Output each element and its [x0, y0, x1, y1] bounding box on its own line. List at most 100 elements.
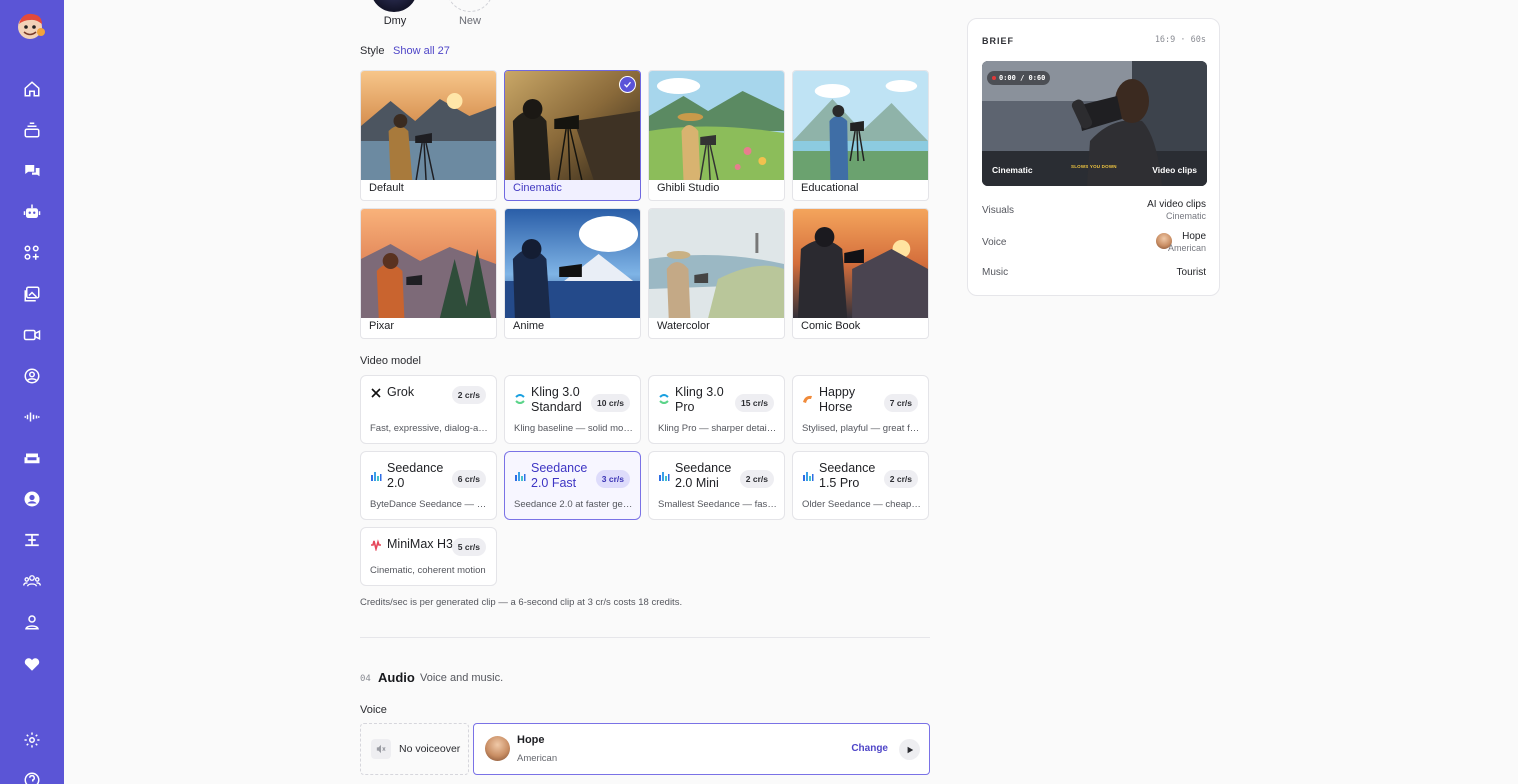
style-thumb-default	[361, 71, 496, 180]
style-thumb-ghibli	[649, 71, 784, 180]
couch-icon[interactable]	[20, 446, 44, 470]
person-icon[interactable]	[20, 610, 44, 634]
style-card-ghibli-studio[interactable]: Ghibli Studio	[648, 70, 785, 201]
avatar-new-label: New	[458, 15, 481, 27]
timeline-icon[interactable]	[20, 528, 44, 552]
style-card-watercolor[interactable]: Watercolor	[648, 208, 785, 339]
team-icon[interactable]	[20, 569, 44, 593]
seedance-icon	[659, 472, 670, 481]
style-card-anime[interactable]: Anime	[504, 208, 641, 339]
style-name: Educational	[801, 182, 859, 194]
model-name: Happy Horse	[819, 385, 856, 414]
brief-music-label: Music	[982, 267, 1009, 278]
model-cost: 15 cr/s	[735, 394, 774, 412]
model-cost: 3 cr/s	[595, 470, 630, 488]
audio-title: Audio	[378, 670, 415, 685]
model-desc: Smallest Seedance — fastest	[658, 499, 778, 510]
mute-icon	[371, 739, 391, 759]
app-logo[interactable]	[14, 11, 48, 41]
voice-accent: American	[517, 753, 558, 764]
grok-icon	[371, 388, 381, 398]
brief-visuals-sub: Cinematic	[1165, 211, 1206, 221]
audio-wave-icon[interactable]	[20, 405, 44, 429]
show-all-styles-link[interactable]: Show all 27	[393, 45, 450, 57]
style-name: Watercolor	[657, 320, 710, 332]
style-card-default[interactable]: Default	[360, 70, 497, 201]
model-cost: 2 cr/s	[739, 470, 774, 488]
no-voiceover-option[interactable]: No voiceover	[360, 723, 469, 775]
model-card-kling-3-pro[interactable]: Kling 3.0 Pro 15 cr/s Kling Pro — sharpe…	[648, 375, 785, 444]
model-name: Grok	[387, 385, 415, 399]
credits-footnote: Credits/sec is per generated clip — a 6-…	[360, 597, 683, 608]
style-name: Cinematic	[513, 182, 562, 194]
settings-icon[interactable]	[20, 728, 44, 752]
style-card-educational[interactable]: Educational	[792, 70, 929, 201]
model-card-grok[interactable]: Grok 2 cr/s Fast, expressive, dialog-awa…	[360, 375, 497, 444]
selected-voice-card[interactable]: Hope American Change	[473, 723, 930, 775]
avatar-dmy-label: Dmy	[383, 15, 407, 27]
selected-check-icon	[619, 76, 636, 93]
avatar-dmy[interactable]	[371, 0, 417, 12]
model-card-happy-horse[interactable]: Happy Horse 7 cr/s Stylised, playful — g…	[792, 375, 929, 444]
brief-voice-value: Hope	[1182, 231, 1206, 242]
brief-video-preview[interactable]: 0:00 / 0:60 Cinematic SLOWS YOU DOWN Vid…	[982, 61, 1207, 186]
voice-avatar	[485, 736, 510, 761]
voice-name: Hope	[517, 734, 545, 746]
brief-title: BRIEF	[982, 36, 1014, 46]
seedance-icon	[803, 472, 814, 481]
model-card-kling-3-standard[interactable]: Kling 3.0 Standard 10 cr/s Kling baselin…	[504, 375, 641, 444]
model-cost: 10 cr/s	[591, 394, 630, 412]
heart-icon[interactable]	[20, 652, 44, 676]
model-name: Seedance 1.5 Pro	[819, 461, 876, 490]
brief-meta: 16:9 · 60s	[1154, 35, 1206, 45]
video-model-label: Video model	[360, 355, 421, 367]
model-card-seedance-2-fast[interactable]: Seedance 2.0 Fast 3 cr/s Seedance 2.0 at…	[504, 451, 641, 520]
brief-voice-sub: American	[1167, 243, 1206, 253]
preview-time: 0:00 / 0:60	[999, 74, 1046, 82]
audio-subtitle: Voice and music.	[420, 672, 504, 684]
style-name: Comic Book	[801, 320, 861, 332]
robot-icon[interactable]	[20, 200, 44, 224]
model-desc: Fast, expressive, dialog-aware	[370, 423, 490, 434]
model-cost: 6 cr/s	[451, 470, 486, 488]
preview-caption: SLOWS YOU DOWN	[1071, 164, 1117, 169]
style-card-comic-book[interactable]: Comic Book	[792, 208, 929, 339]
model-card-seedance-1-5-pro[interactable]: Seedance 1.5 Pro 2 cr/s Older Seedance —…	[792, 451, 929, 520]
change-voice-button[interactable]: Change	[851, 743, 888, 754]
preview-left-tag: Cinematic	[992, 165, 1033, 175]
style-thumb-watercolor	[649, 209, 784, 318]
style-card-cinematic[interactable]: Cinematic	[504, 70, 641, 201]
brief-music-value: Tourist	[1176, 267, 1206, 278]
stack-icon[interactable]	[20, 118, 44, 142]
gallery-icon[interactable]	[20, 282, 44, 306]
model-desc: Kling baseline — solid motion	[514, 423, 634, 434]
model-card-seedance-2[interactable]: Seedance 2.0 6 cr/s ByteDance Seedance —…	[360, 451, 497, 520]
face-icon[interactable]	[20, 364, 44, 388]
help-icon[interactable]	[20, 768, 44, 784]
home-icon[interactable]	[20, 77, 44, 101]
audio-section-number: 04	[360, 674, 371, 684]
style-name: Pixar	[369, 320, 395, 332]
apps-icon[interactable]	[20, 241, 44, 265]
model-desc: Seedance 2.0 at faster generation	[514, 499, 634, 510]
style-name: Default	[369, 182, 404, 194]
play-voice-button[interactable]	[899, 739, 920, 760]
brief-voice-label: Voice	[982, 237, 1007, 248]
kling-icon	[515, 394, 525, 404]
model-card-minimax-h3[interactable]: MiniMax H3 5 cr/s Cinematic, coherent mo…	[360, 527, 497, 586]
video-camera-icon[interactable]	[20, 323, 44, 347]
minimax-icon	[371, 539, 381, 551]
style-thumb-anime	[505, 209, 640, 318]
brief-visuals-label: Visuals	[982, 205, 1015, 216]
model-name: Seedance 2.0 Mini	[675, 461, 732, 490]
brief-visuals-value: AI video clips	[1147, 199, 1206, 210]
chat-icon[interactable]	[20, 159, 44, 183]
style-card-pixar[interactable]: Pixar	[360, 208, 497, 339]
avatar-new[interactable]	[447, 0, 493, 12]
user-circle-icon[interactable]	[20, 487, 44, 511]
preview-right-tag: Video clips	[1152, 165, 1197, 175]
model-cost: 2 cr/s	[883, 470, 918, 488]
recording-dot-icon	[992, 76, 996, 80]
model-card-seedance-2-mini[interactable]: Seedance 2.0 Mini 2 cr/s Smallest Seedan…	[648, 451, 785, 520]
model-desc: Older Seedance — cheaper option	[802, 499, 922, 510]
